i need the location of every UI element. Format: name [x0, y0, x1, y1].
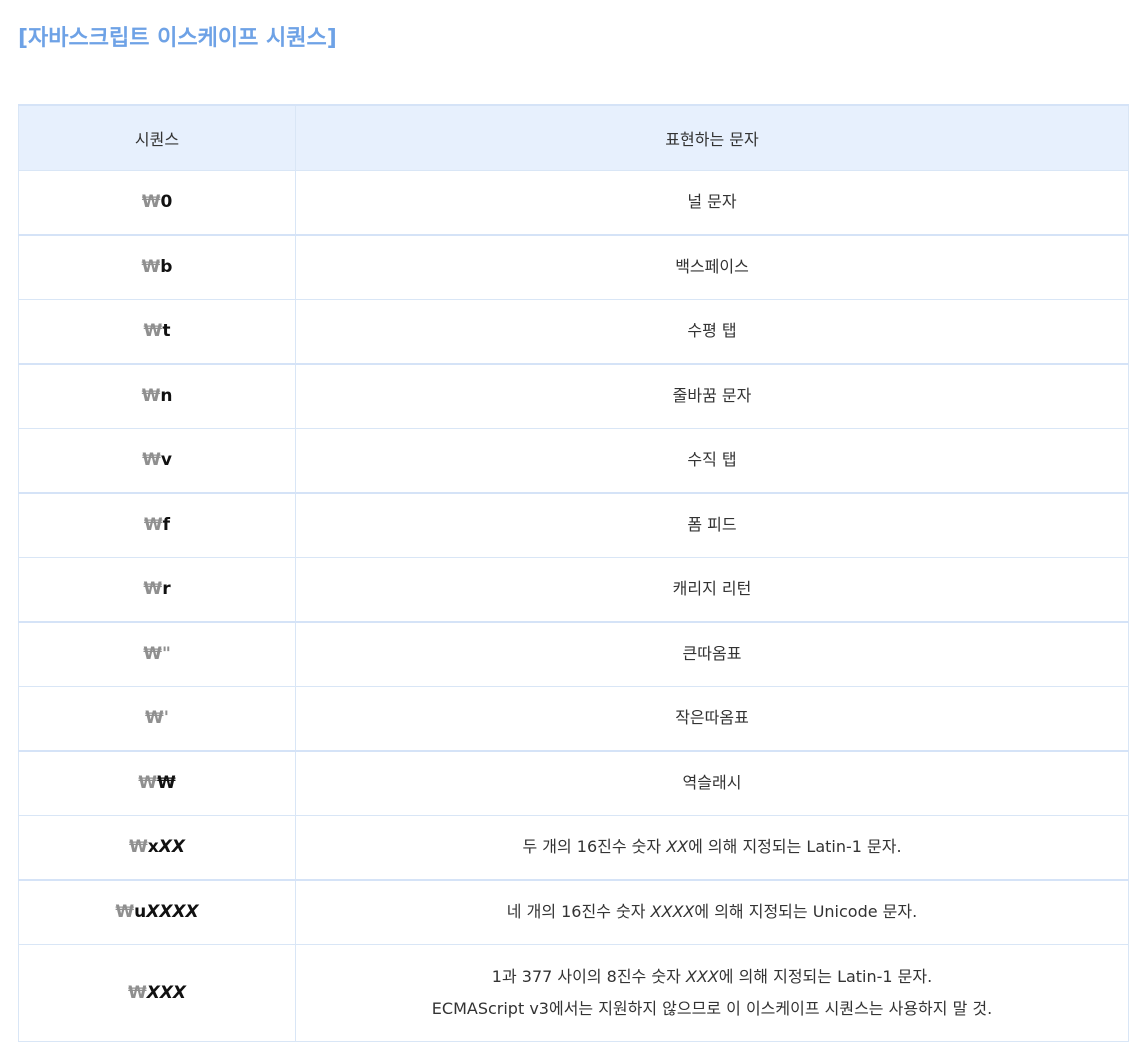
table-row: ₩xXX 두 개의 16진수 숫자 XX에 의해 지정되는 Latin-1 문자…: [18, 814, 1129, 880]
description-note: ECMAScript v3에서는 지원하지 않으므로 이 이스케이프 시퀀스는 …: [431, 998, 993, 1018]
table-row: ₩" 큰따옴표: [18, 620, 1129, 687]
sequence-cell: ₩r: [18, 556, 296, 622]
sequence-char: ': [163, 708, 169, 728]
won-sign: ₩: [115, 902, 135, 922]
description-text: 에 의해 지정되는 Latin-1 문자.: [718, 966, 933, 986]
table-header-row: 시퀀스 표현하는 문자: [18, 104, 1129, 171]
description-line: 1과 377 사이의 8진수 숫자 XXX에 의해 지정되는 Latin-1 문…: [306, 961, 1118, 993]
description-cell: 수평 탭: [295, 298, 1129, 364]
sequence-char: f: [162, 515, 171, 535]
sequence-char: r: [162, 579, 171, 599]
sequence-cell: ₩": [18, 620, 296, 687]
won-sign: ₩: [129, 837, 148, 857]
won-sign: ₩: [143, 515, 163, 535]
sequence-cell: ₩n: [18, 362, 296, 429]
sequence-cell: ₩v: [18, 427, 296, 493]
won-sign: ₩: [141, 386, 161, 406]
sequence-char: n: [160, 386, 173, 406]
won-sign: ₩: [127, 982, 147, 1003]
table-row: ₩n 줄바꿈 문자: [18, 362, 1129, 429]
sequence-cell: ₩uXXXX: [18, 878, 296, 945]
description-cell: 널 문자: [295, 169, 1129, 235]
won-sign: ₩: [142, 450, 161, 470]
description-cell: 큰따옴표: [295, 620, 1129, 687]
sequence-char: u: [134, 902, 147, 922]
sequence-cell: ₩xXX: [18, 814, 296, 880]
sequence-placeholder: XXX: [146, 982, 187, 1003]
won-sign: ₩: [138, 773, 157, 793]
sequence-cell: ₩t: [18, 298, 296, 364]
sequence-cell: ₩': [18, 685, 296, 751]
table-row: ₩r 캐리지 리턴: [18, 556, 1129, 622]
table-row: ₩v 수직 탭: [18, 427, 1129, 493]
sequence-placeholder: XX: [158, 837, 185, 857]
page: [자바스크립트 이스케이프 시퀀스] 시퀀스 표현하는 문자 ₩0 널 문자 ₩…: [0, 0, 1143, 1050]
table-row: ₩f 폼 피드: [18, 491, 1129, 558]
sequence-char: x: [147, 837, 159, 857]
table-row: ₩t 수평 탭: [18, 298, 1129, 364]
description-cell: 폼 피드: [295, 491, 1129, 558]
sequence-cell: ₩₩: [18, 749, 296, 816]
description-cell: 수직 탭: [295, 427, 1129, 493]
description-cell: 작은따옴표: [295, 685, 1129, 751]
table-row: ₩' 작은따옴표: [18, 685, 1129, 751]
description-cell: 역슬래시: [295, 749, 1129, 816]
sequence-char: b: [160, 257, 173, 277]
table-row: ₩0 널 문자: [18, 169, 1129, 235]
sequence-char: ": [161, 644, 171, 664]
sequence-cell: ₩b: [18, 233, 296, 300]
sequence-char: v: [160, 450, 172, 470]
won-sign: ₩: [141, 192, 161, 212]
table-row: ₩b 백스페이스: [18, 233, 1129, 300]
description-placeholder: XXXX: [650, 902, 695, 921]
sequence-cell: ₩0: [18, 169, 296, 235]
description-text: 에 의해 지정되는 Latin-1 문자.: [688, 837, 902, 856]
description-cell: 백스페이스: [295, 233, 1129, 300]
sequence-char: t: [162, 321, 171, 341]
page-title: [자바스크립트 이스케이프 시퀀스]: [18, 26, 337, 51]
header-represented-char: 표현하는 문자: [295, 104, 1129, 171]
table-row: ₩₩ 역슬래시: [18, 749, 1129, 816]
description-cell: 1과 377 사이의 8진수 숫자 XXX에 의해 지정되는 Latin-1 문…: [295, 943, 1129, 1042]
description-text: 1과 377 사이의 8진수 숫자: [491, 966, 686, 986]
description-cell: 줄바꿈 문자: [295, 362, 1129, 429]
sequence-char: ₩: [157, 773, 176, 793]
sequence-placeholder: XXXX: [146, 902, 199, 922]
table-row: ₩uXXXX 네 개의 16진수 숫자 XXXX에 의해 지정되는 Unicod…: [18, 878, 1129, 945]
won-sign: ₩: [143, 579, 163, 599]
sequence-cell: ₩f: [18, 491, 296, 558]
sequence-char: 0: [160, 192, 173, 212]
description-cell: 두 개의 16진수 숫자 XX에 의해 지정되는 Latin-1 문자.: [295, 814, 1129, 880]
table-row: ₩XXX 1과 377 사이의 8진수 숫자 XXX에 의해 지정되는 Lati…: [18, 943, 1129, 1042]
escape-sequence-table: 시퀀스 표현하는 문자 ₩0 널 문자 ₩b 백스페이스 ₩t 수평 탭 ₩n …: [18, 104, 1129, 1042]
description-text: 네 개의 16진수 숫자: [506, 902, 651, 921]
description-text: 에 의해 지정되는 Unicode 문자.: [694, 902, 918, 921]
description-placeholder: XXX: [685, 966, 719, 986]
header-sequence: 시퀀스: [18, 104, 296, 171]
won-sign: ₩: [145, 708, 164, 728]
description-cell: 캐리지 리턴: [295, 556, 1129, 622]
won-sign: ₩: [143, 321, 163, 341]
description-placeholder: XX: [666, 837, 689, 856]
description-cell: 네 개의 16진수 숫자 XXXX에 의해 지정되는 Unicode 문자.: [295, 878, 1129, 945]
sequence-cell: ₩XXX: [18, 943, 296, 1042]
won-sign: ₩: [143, 644, 162, 664]
won-sign: ₩: [141, 257, 161, 277]
description-text: 두 개의 16진수 숫자: [522, 837, 667, 856]
